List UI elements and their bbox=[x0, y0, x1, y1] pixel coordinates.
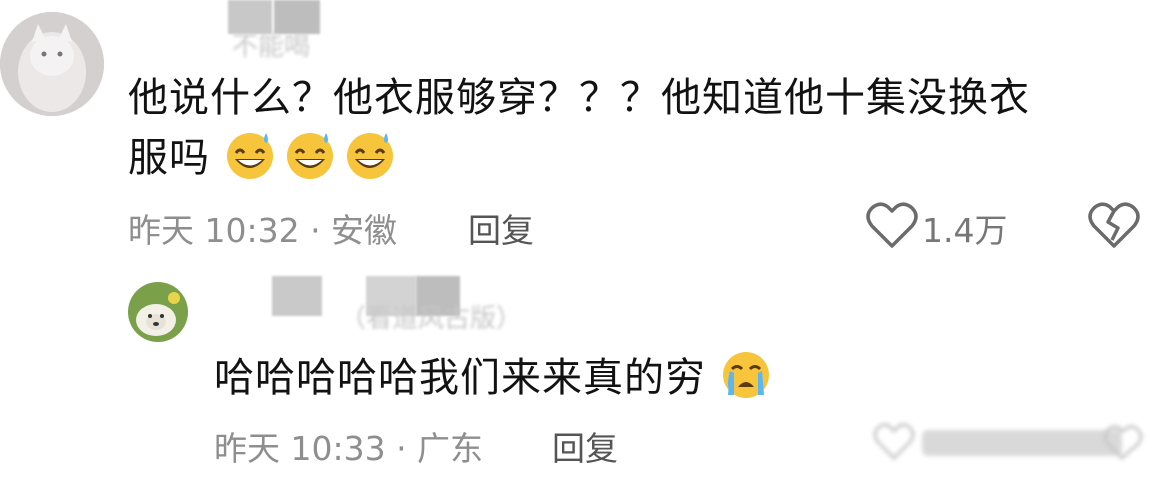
reply-button[interactable]: 回复 bbox=[468, 204, 534, 252]
reply-button[interactable]: 回复 bbox=[552, 422, 618, 470]
username[interactable]: （看道风古版） bbox=[340, 298, 522, 335]
watermark-logo bbox=[872, 416, 1144, 468]
avatar[interactable] bbox=[0, 12, 104, 116]
crying-emoji bbox=[720, 349, 772, 401]
comment-time-location: 昨天 10:32 · 安徽 bbox=[128, 211, 398, 250]
username[interactable]: 不能喝 bbox=[232, 26, 310, 63]
grin-sweat-emoji bbox=[344, 129, 396, 181]
comment-text: 他说什么？他衣服够穿？？？他知道他十集没换衣 服吗 bbox=[128, 75, 1030, 181]
avatar[interactable] bbox=[128, 282, 188, 342]
broken-heart-icon[interactable] bbox=[1088, 202, 1140, 250]
heart-icon[interactable] bbox=[866, 202, 918, 250]
like-count: 1.4万 bbox=[922, 211, 1008, 250]
grin-sweat-emoji bbox=[224, 129, 276, 181]
username-redaction bbox=[272, 276, 322, 316]
comment-time-location: 昨天 10:33 · 广东 bbox=[214, 429, 484, 468]
comment-text: 哈哈哈哈哈我们来来真的穷 bbox=[214, 348, 1114, 408]
grin-sweat-emoji bbox=[284, 129, 336, 181]
